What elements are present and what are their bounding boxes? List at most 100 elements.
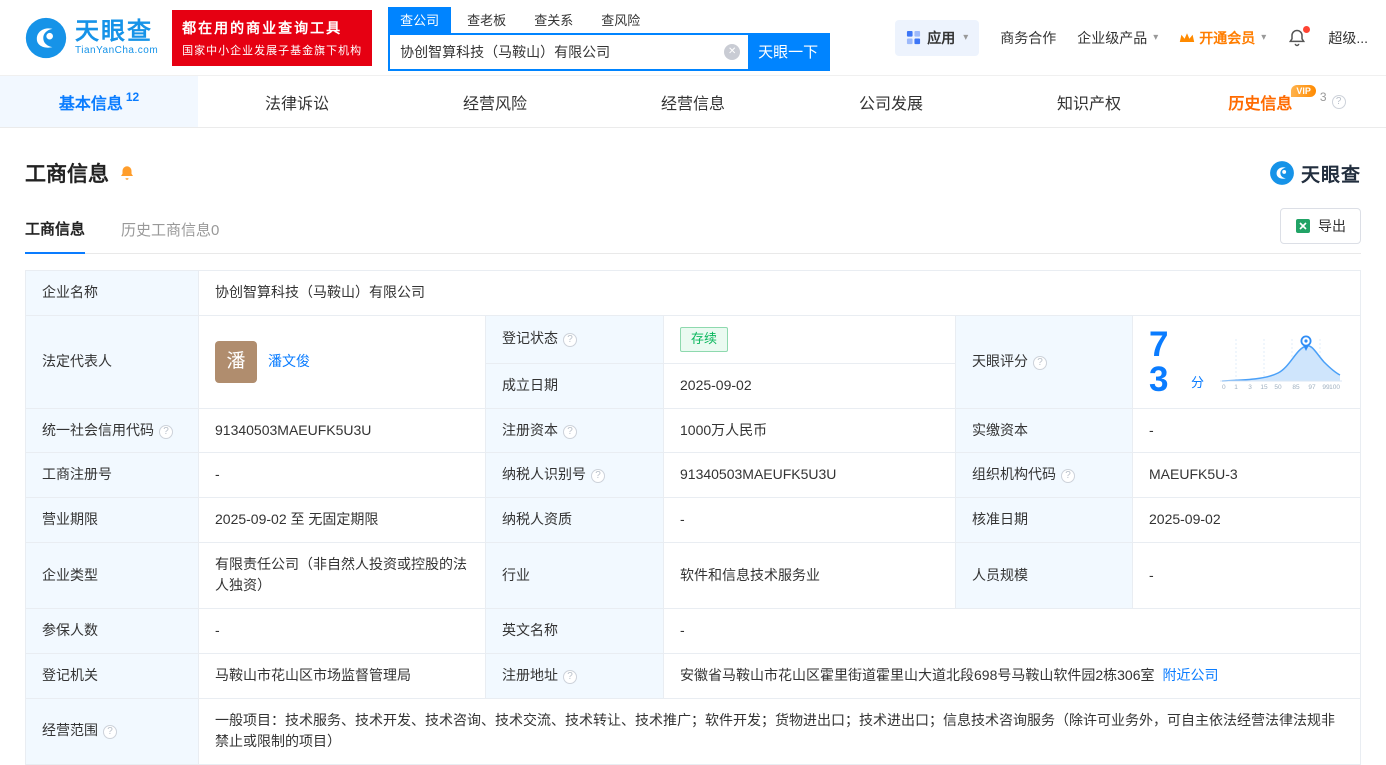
table-row: 经营范围? 一般项目：技术服务、技术开发、技术咨询、技术交流、技术转让、技术推广…: [25, 697, 1361, 765]
help-icon[interactable]: ?: [103, 725, 117, 740]
vip-badge: VIP: [1291, 84, 1316, 97]
help-icon[interactable]: ?: [1033, 355, 1047, 370]
svg-text:0: 0: [1222, 384, 1226, 391]
tab-history-info[interactable]: 历史信息 VIP 3 ?: [1188, 76, 1386, 127]
field-label-taxpayer-quality: 纳税人资质: [485, 497, 664, 543]
field-label-reg-address: 注册地址?: [485, 652, 664, 699]
table-row: 统一社会信用代码? 91340503MAEUFK5U3U 注册资本? 1000万…: [25, 407, 1361, 454]
field-label-company-type: 企业类型: [25, 541, 199, 610]
field-value-approval-date: 2025-09-02: [1132, 497, 1361, 543]
tianyancha-logo[interactable]: 天眼查 TianYanCha.com: [24, 16, 158, 60]
field-value-reg-authority: 马鞍山市花山区市场监督管理局: [198, 652, 486, 699]
search-button[interactable]: 天眼一下: [748, 34, 829, 69]
field-value-paid-capital: -: [1132, 407, 1361, 454]
tab-intellectual-property[interactable]: 知识产权: [990, 76, 1188, 127]
tab-count: 3: [1319, 89, 1327, 104]
field-label-english-name: 英文名称: [485, 608, 664, 654]
field-value-score: 73 分 0 1 3 15 50 85 97 99 100: [1132, 314, 1361, 409]
brand-label: 天眼查: [1300, 164, 1361, 186]
search-area: 查公司 查老板 查关系 查风险 ✕ 天眼一下: [388, 6, 831, 71]
field-value-insured-count: -: [198, 608, 486, 654]
field-value-reg-status: 存续: [663, 314, 956, 364]
field-label-business-term: 营业期限: [25, 497, 199, 543]
table-row: 企业名称 协创智算科技（马鞍山）有限公司: [25, 270, 1361, 316]
tab-operating-risk[interactable]: 经营风险: [396, 76, 594, 127]
score-value: 73: [1149, 324, 1169, 399]
promo-line2: 国家中小企业发展子基金旗下机构: [182, 44, 363, 57]
tab-legal-litigation[interactable]: 法律诉讼: [198, 76, 396, 127]
field-label-reg-authority: 登记机关: [25, 652, 199, 699]
search-tabs: 查公司 查老板 查关系 查风险: [388, 6, 830, 33]
promo-banner[interactable]: 都在用的商业查询工具 国家中小企业发展子基金旗下机构: [172, 9, 373, 66]
label-text: 天眼评分: [972, 352, 1028, 369]
field-value-company-type: 有限责任公司（非自然人投资或控股的法人独资）: [198, 541, 486, 610]
score-unit: 分: [1190, 374, 1204, 390]
notifications-button[interactable]: [1287, 25, 1311, 48]
nearby-companies-link[interactable]: 附近公司: [1163, 667, 1219, 683]
subscribe-bell-icon[interactable]: [118, 164, 136, 182]
subtab-business-info[interactable]: 工商信息: [25, 218, 86, 254]
help-icon[interactable]: ?: [1331, 94, 1346, 109]
legal-rep-link[interactable]: 潘文俊: [268, 351, 310, 373]
top-navigation: 应用 ▾ 商务合作 企业级产品 ▾ 开通会员 ▾ 超级...: [895, 19, 1368, 56]
tab-basic-info[interactable]: 基本信息 12: [0, 76, 198, 127]
avatar[interactable]: 潘: [215, 340, 257, 383]
table-row: 企业类型 有限责任公司（非自然人投资或控股的法人独资） 行业 软件和信息技术服务…: [25, 541, 1361, 610]
help-icon[interactable]: ?: [563, 669, 577, 684]
company-section-tabs: 基本信息 12 法律诉讼 经营风险 经营信息 公司发展 知识产权 历史信息 VI…: [0, 76, 1386, 128]
search-input[interactable]: [390, 43, 725, 60]
search-tab-boss[interactable]: 查老板: [455, 7, 518, 33]
tab-label: 经营信息: [660, 95, 725, 113]
subtab-history-business-info[interactable]: 历史工商信息0: [121, 219, 219, 253]
help-icon[interactable]: ?: [563, 333, 577, 348]
table-row: 登记机关 马鞍山市花山区市场监督管理局 注册地址? 安徽省马鞍山市花山区霍里街道…: [25, 652, 1361, 699]
clear-icon[interactable]: ✕: [724, 43, 741, 60]
apps-grid-icon: [907, 30, 921, 45]
business-info-table: 企业名称 协创智算科技（马鞍山）有限公司 法定代表人 潘 潘文俊 登记状态? 存…: [25, 270, 1361, 765]
field-value-taxpayer-id: 91340503MAEUFK5U3U: [663, 452, 956, 499]
logo-title: 天眼查: [75, 17, 153, 45]
field-value-credit-code: 91340503MAEUFK5U3U: [198, 407, 486, 454]
search-tab-company[interactable]: 查公司: [388, 6, 452, 33]
search-tab-relation[interactable]: 查关系: [522, 7, 585, 33]
tab-operating-info[interactable]: 经营信息: [594, 76, 792, 127]
svg-text:15: 15: [1260, 384, 1268, 391]
label-text: 注册地址: [502, 666, 558, 683]
svg-text:100: 100: [1329, 384, 1340, 391]
search-box: ✕ 天眼一下: [388, 32, 831, 71]
field-value-reg-address: 安徽省马鞍山市花山区霍里街道霍里山大道北段698号马鞍山软件园2栋306室 附近公…: [663, 652, 1361, 699]
nav-enterprise-products[interactable]: 企业级产品 ▾: [1077, 28, 1158, 48]
apps-menu[interactable]: 应用 ▾: [895, 19, 980, 56]
user-label: 超级...: [1328, 29, 1368, 46]
help-icon[interactable]: ?: [563, 424, 577, 439]
field-label-establish-date: 成立日期: [485, 362, 664, 409]
tab-label: 历史信息: [1228, 95, 1293, 113]
export-label: 导出: [1318, 218, 1346, 234]
help-icon[interactable]: ?: [1061, 469, 1075, 484]
label-text: 登记状态: [502, 330, 558, 347]
tab-label: 法律诉讼: [264, 95, 329, 113]
table-row: 工商注册号 - 纳税人识别号? 91340503MAEUFK5U3U 组织机构代…: [25, 452, 1361, 499]
nav-cooperation[interactable]: 商务合作: [1000, 28, 1056, 48]
search-tab-risk[interactable]: 查风险: [589, 7, 652, 33]
help-icon[interactable]: ?: [591, 469, 605, 484]
field-value-org-code: MAEUFK5U-3: [1132, 452, 1361, 499]
nav-open-vip[interactable]: 开通会员 ▾: [1179, 28, 1266, 48]
field-label-org-code: 组织机构代码?: [955, 452, 1133, 499]
export-button[interactable]: 导出: [1280, 208, 1361, 244]
cooperation-label: 商务合作: [1000, 29, 1057, 46]
tab-company-development[interactable]: 公司发展: [792, 76, 990, 127]
nav-user-membership[interactable]: 超级...: [1328, 28, 1368, 48]
tianyancha-brand[interactable]: 天眼查: [1269, 160, 1361, 187]
field-label-company-name: 企业名称: [25, 270, 199, 316]
svg-text:3: 3: [1248, 384, 1252, 391]
svg-text:85: 85: [1292, 384, 1300, 391]
field-value-industry: 软件和信息技术服务业: [663, 541, 956, 610]
help-icon[interactable]: ?: [159, 424, 173, 439]
field-label-legal-rep: 法定代表人: [25, 314, 199, 409]
tab-count: 12: [125, 89, 140, 104]
svg-text:50: 50: [1274, 384, 1282, 391]
field-value-business-scope: 一般项目：技术服务、技术开发、技术咨询、技术交流、技术转让、技术推广；软件开发；…: [198, 697, 1361, 765]
tianyancha-logo-icon: [25, 17, 67, 58]
field-value-reg-number: -: [198, 452, 486, 499]
